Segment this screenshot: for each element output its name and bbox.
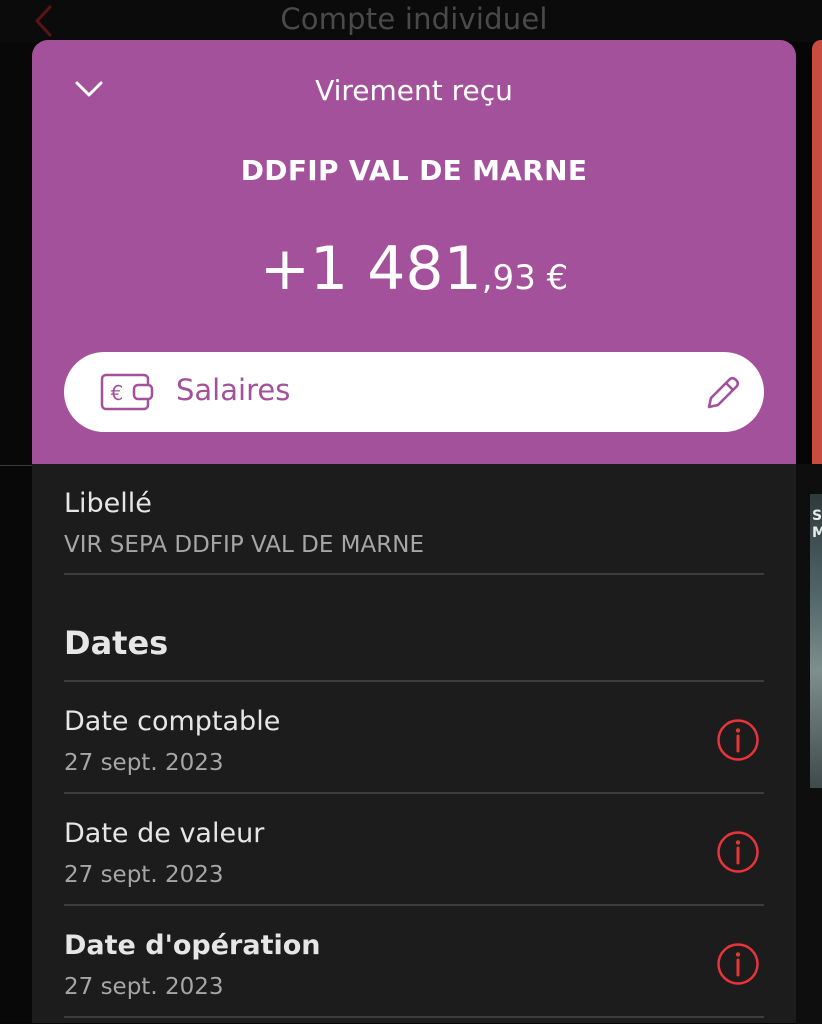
date-valeur-label: Date de valeur: [64, 818, 265, 849]
libelle-label: Libellé: [64, 488, 152, 519]
pencil-icon[interactable]: [704, 374, 742, 412]
background-image-glyph: SM: [812, 508, 822, 541]
amount-decimal: ,93: [481, 258, 536, 298]
date-operation-label: Date d'opération: [64, 930, 321, 961]
sheet-header: Virement reçu DDFIP VAL DE MARNE +1 481,…: [32, 40, 796, 464]
category-label: Salaires: [176, 373, 291, 407]
background-divider: [0, 465, 32, 466]
info-circle-icon[interactable]: [716, 830, 760, 874]
category-selector[interactable]: € Salaires: [64, 352, 764, 432]
amount-currency: €: [535, 258, 569, 298]
amount-integer: +1 481: [259, 234, 482, 304]
sheet-title: Virement reçu: [315, 74, 513, 107]
divider: [64, 904, 764, 906]
background-left-panel: [0, 42, 32, 1022]
background-page-title: Compte individuel: [280, 2, 548, 36]
divider: [64, 573, 764, 575]
divider: [64, 680, 764, 682]
background-top-bar: Compte individuel: [0, 0, 822, 42]
wallet-euro-icon: €: [100, 373, 154, 411]
info-circle-icon[interactable]: [716, 718, 760, 762]
transaction-detail-sheet: Virement reçu DDFIP VAL DE MARNE +1 481,…: [32, 40, 796, 1023]
background-image-edge: SM: [810, 494, 822, 788]
divider: [64, 792, 764, 794]
transaction-amount: +1 481,93 €: [32, 234, 796, 304]
dates-section-title: Dates: [64, 624, 169, 662]
date-comptable-value: 27 sept. 2023: [64, 750, 224, 776]
background-card-edge: [812, 40, 822, 464]
divider: [64, 1016, 764, 1018]
date-valeur-value: 27 sept. 2023: [64, 862, 224, 888]
info-circle-icon[interactable]: [716, 942, 760, 986]
libelle-value: VIR SEPA DDFIP VAL DE MARNE: [64, 532, 424, 558]
date-comptable-label: Date comptable: [64, 706, 281, 737]
date-operation-value: 27 sept. 2023: [64, 974, 224, 1000]
svg-text:€: €: [111, 381, 124, 405]
merchant-name: DDFIP VAL DE MARNE: [240, 154, 588, 187]
